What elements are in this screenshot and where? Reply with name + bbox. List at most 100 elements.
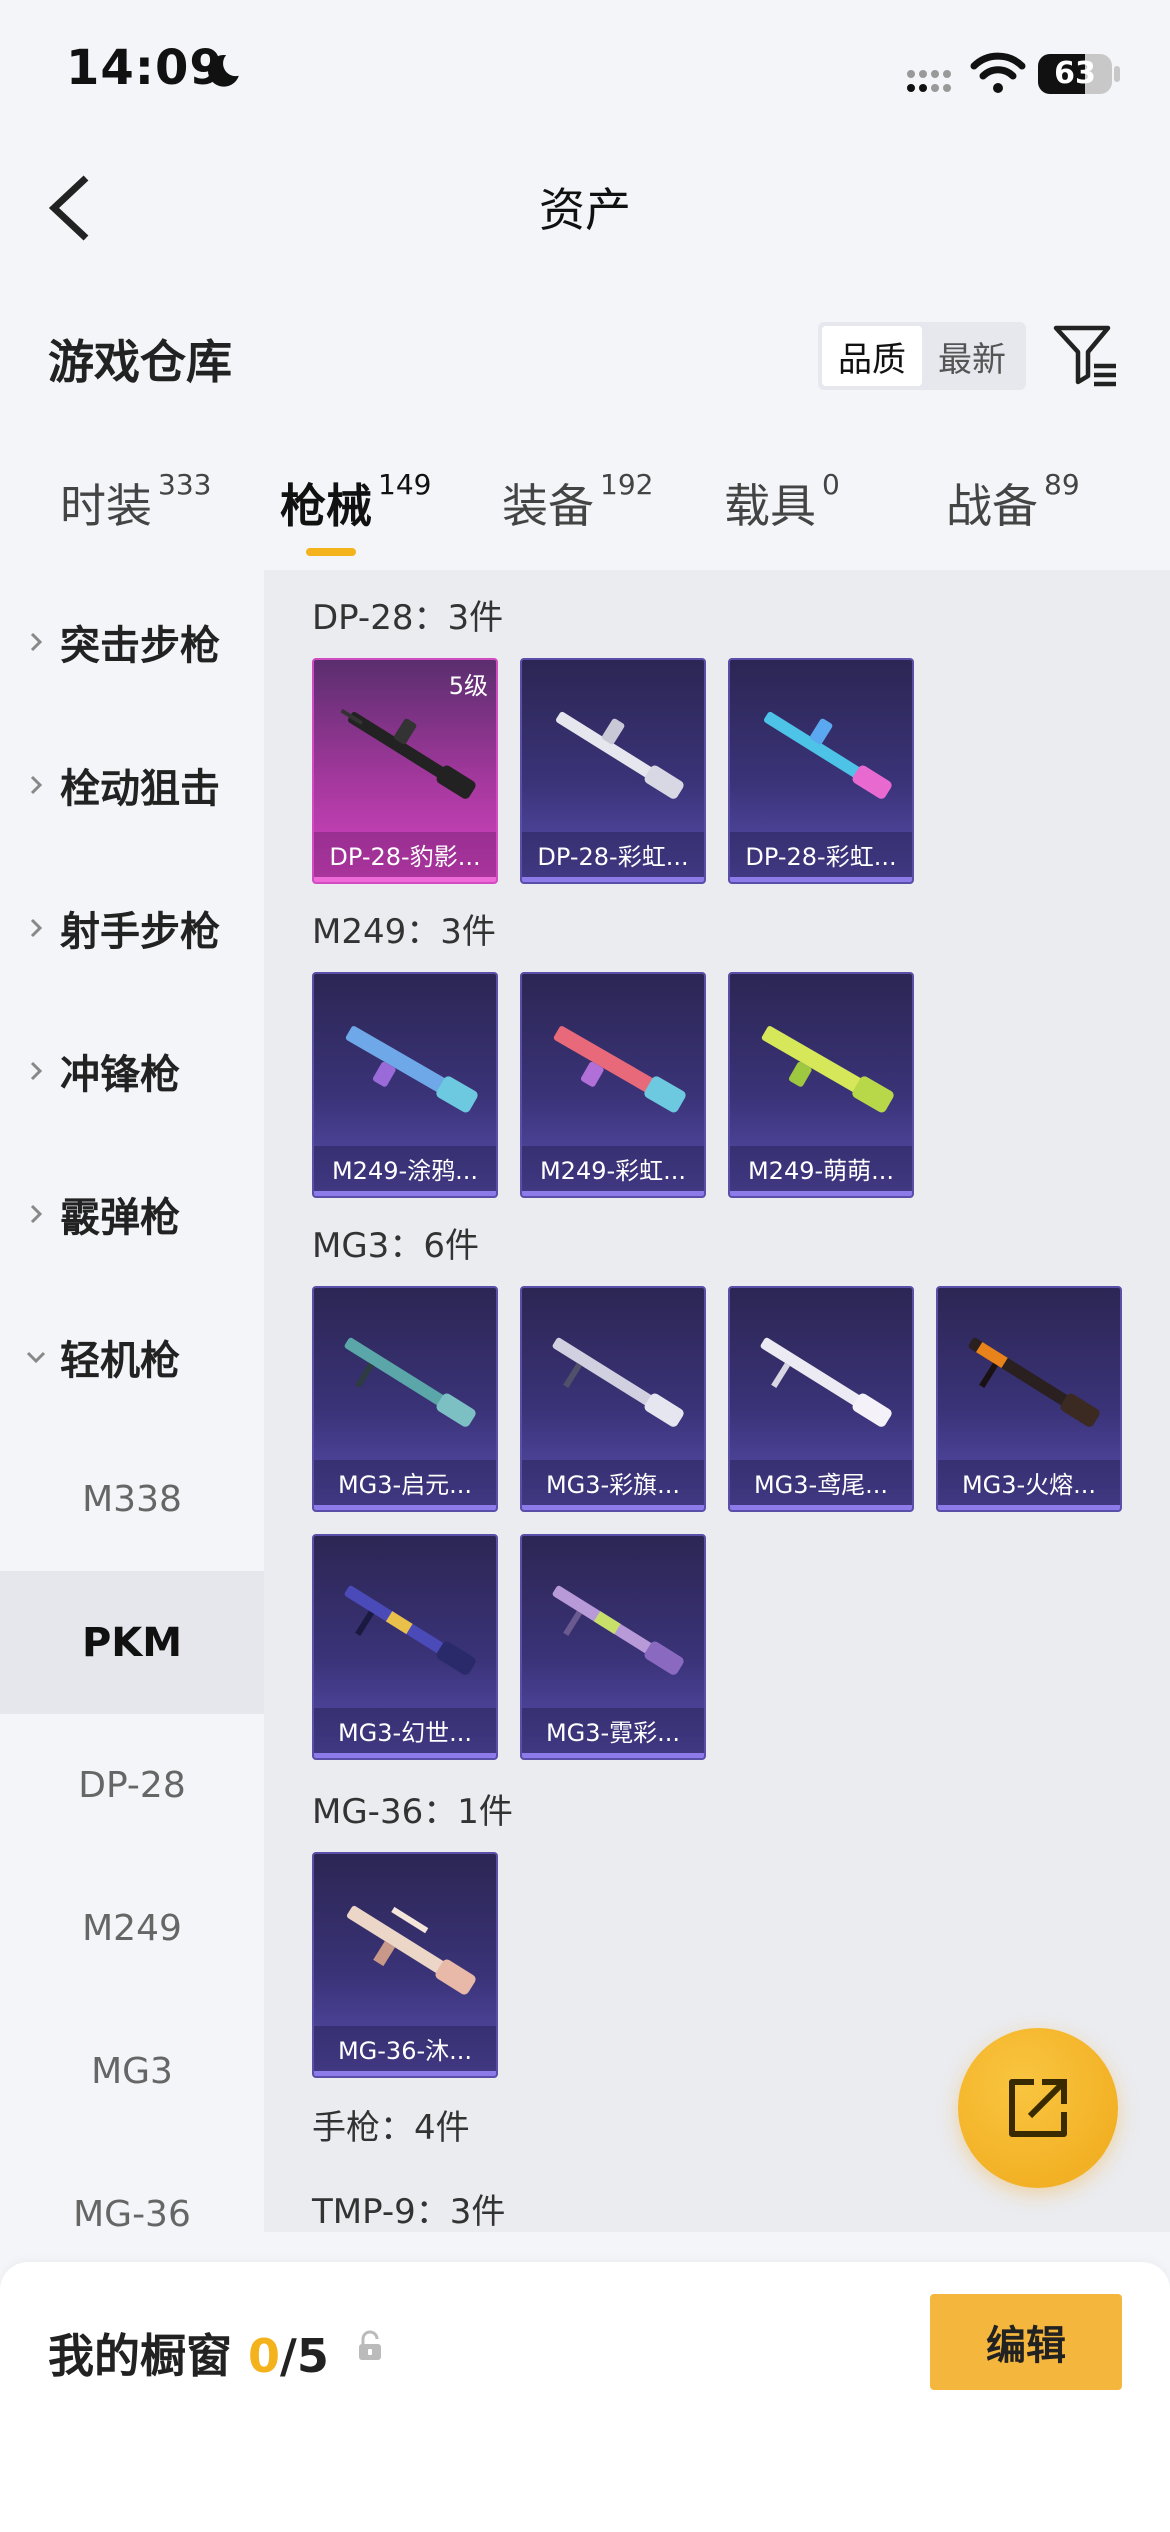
- sort-latest-option[interactable]: 最新: [922, 326, 1022, 386]
- weapon-image: [346, 1905, 476, 1995]
- tab-count: 192: [600, 468, 654, 501]
- weapon-card[interactable]: MG-36-沐...: [312, 1852, 498, 2078]
- group-title-dp28: DP-28：3件: [312, 598, 504, 638]
- weapon-name: M249-萌萌...: [730, 1146, 912, 1196]
- rarity-stripe: [730, 1191, 912, 1196]
- sidebar-sub-m338[interactable]: M338: [0, 1428, 264, 1571]
- weapon-card[interactable]: MG3-启元...: [312, 1286, 498, 1512]
- tab-label: 时装: [60, 479, 152, 533]
- tab-vehicles[interactable]: 载具 0: [724, 468, 840, 536]
- sidebar: 突击步枪 栓动狙击 射手步枪 冲锋枪 霰弹枪 轻机枪 M338 PKM DP-2…: [0, 570, 264, 2230]
- weapon-card[interactable]: M249-萌萌...: [728, 972, 914, 1198]
- showcase-current-count: 0: [248, 2329, 281, 2383]
- sidebar-item-lmgs[interactable]: 轻机枪: [0, 1285, 264, 1428]
- weapon-name: M249-涂鸦...: [314, 1146, 496, 1196]
- sidebar-item-label: 轻机枪: [60, 1337, 180, 1384]
- weapon-name: MG-36-沐...: [314, 2026, 496, 2076]
- weapon-card[interactable]: 5级 DP-28-豹影...: [312, 658, 498, 884]
- weapon-image: [556, 711, 684, 799]
- tab-label: 枪械: [280, 479, 372, 533]
- sidebar-sub-m249[interactable]: M249: [0, 1857, 264, 2000]
- wifi-icon: [970, 52, 1026, 93]
- rarity-stripe: [522, 1753, 704, 1758]
- chevron-right-icon: [30, 1204, 43, 1223]
- sidebar-item-shotguns[interactable]: 霰弹枪: [0, 1142, 264, 1285]
- weapon-card[interactable]: MG3-霓彩...: [520, 1534, 706, 1760]
- battery-tip: [1114, 66, 1120, 82]
- weapon-name: DP-28-彩虹...: [522, 832, 704, 882]
- status-time: 14:09: [66, 40, 224, 96]
- rarity-stripe: [314, 2071, 496, 2076]
- group-title-mg3: MG3：6件: [312, 1226, 479, 1266]
- weapon-name: MG3-彩旗...: [522, 1460, 704, 1510]
- weapon-card[interactable]: DP-28-彩虹...: [728, 658, 914, 884]
- sidebar-sub-mg3[interactable]: MG3: [0, 2000, 264, 2143]
- sidebar-item-label: 射手步枪: [60, 908, 220, 955]
- weapon-list-panel[interactable]: DP-28：3件 5级 DP-28-豹影... DP-28-彩虹... DP-2…: [264, 570, 1170, 2232]
- warehouse-title: 游戏仓库: [48, 335, 232, 389]
- rarity-stripe: [730, 1505, 912, 1510]
- group-title-tmp9: TMP-9：3件: [312, 2192, 506, 2232]
- tab-label: 装备: [502, 479, 594, 533]
- weapon-name: DP-28-彩虹...: [730, 832, 912, 882]
- tab-combat-gear[interactable]: 战备 89: [946, 468, 1080, 536]
- sort-quality-option[interactable]: 品质: [822, 326, 922, 386]
- active-tab-indicator: [306, 548, 356, 556]
- sidebar-sub-dp28[interactable]: DP-28: [0, 1714, 264, 1857]
- sidebar-item-assault-rifles[interactable]: 突击步枪: [0, 570, 264, 713]
- sort-toggle: 品质 最新: [818, 322, 1026, 390]
- sidebar-sub-mg36[interactable]: MG-36: [0, 2143, 264, 2230]
- weapon-image: [764, 711, 892, 799]
- weapon-image: [345, 1026, 478, 1113]
- lock-icon: [359, 2330, 381, 2360]
- tab-equipment[interactable]: 装备 192: [502, 468, 654, 536]
- tab-firearms[interactable]: 枪械 149: [280, 468, 431, 536]
- filter-icon[interactable]: [1052, 322, 1120, 390]
- weapon-card[interactable]: MG3-火熔...: [936, 1286, 1122, 1512]
- page-title: 资产: [539, 183, 631, 237]
- weapon-card[interactable]: MG3-彩旗...: [520, 1286, 706, 1512]
- weapon-card[interactable]: MG3-鸢尾...: [728, 1286, 914, 1512]
- category-tabs: 时装 333 枪械 149 装备 192 载具 0 战备 89: [0, 468, 1170, 560]
- sidebar-item-label: 霰弹枪: [60, 1194, 180, 1241]
- rarity-stripe: [938, 1505, 1120, 1510]
- showcase-label: 我的橱窗 0/5: [48, 2320, 329, 2386]
- weapon-card[interactable]: DP-28-彩虹...: [520, 658, 706, 884]
- share-button[interactable]: [958, 2028, 1118, 2188]
- tab-fashion[interactable]: 时装 333: [60, 468, 211, 536]
- weapon-image: [344, 1337, 476, 1427]
- rarity-stripe: [314, 1191, 496, 1196]
- share-icon: [1009, 2079, 1067, 2137]
- sidebar-item-label: 冲锋枪: [60, 1051, 180, 1098]
- weapon-name: DP-28-豹影...: [314, 832, 496, 882]
- sidebar-item-marksman-rifles[interactable]: 射手步枪: [0, 856, 264, 999]
- weapon-name: M249-彩虹...: [522, 1146, 704, 1196]
- tab-label: 战备: [946, 479, 1038, 533]
- weapon-image: [761, 1026, 894, 1113]
- weapon-card[interactable]: MG3-幻世...: [312, 1534, 498, 1760]
- weapon-card[interactable]: M249-涂鸦...: [312, 972, 498, 1198]
- weapon-image: [340, 708, 476, 799]
- weapon-image: [552, 1337, 684, 1427]
- edit-button[interactable]: 编辑: [930, 2294, 1122, 2390]
- weapon-image: [968, 1337, 1100, 1427]
- sidebar-item-bolt-snipers[interactable]: 栓动狙击: [0, 713, 264, 856]
- sidebar-item-smgs[interactable]: 冲锋枪: [0, 999, 264, 1142]
- weapon-name: MG3-鸢尾...: [730, 1460, 912, 1510]
- group-title-mg36: MG-36：1件: [312, 1792, 513, 1832]
- rarity-stripe: [522, 1191, 704, 1196]
- weapon-name: MG3-幻世...: [314, 1708, 496, 1758]
- showcase-total-count: /5: [280, 2329, 329, 2383]
- chevron-down-icon: [26, 1351, 46, 1363]
- group-title-m249: M249：3件: [312, 912, 496, 952]
- sidebar-item-label: 栓动狙击: [60, 765, 220, 812]
- rarity-stripe: [522, 1505, 704, 1510]
- weapon-name: MG3-火熔...: [938, 1460, 1120, 1510]
- tab-count: 89: [1044, 468, 1080, 501]
- showcase-bar: 我的橱窗 0/5 编辑: [0, 2262, 1170, 2532]
- weapon-card[interactable]: M249-彩虹...: [520, 972, 706, 1198]
- battery-level: 63: [1054, 56, 1096, 91]
- sidebar-sub-pkm[interactable]: PKM: [0, 1571, 264, 1714]
- chevron-right-icon: [30, 632, 43, 651]
- weapon-name: MG3-启元...: [314, 1460, 496, 1510]
